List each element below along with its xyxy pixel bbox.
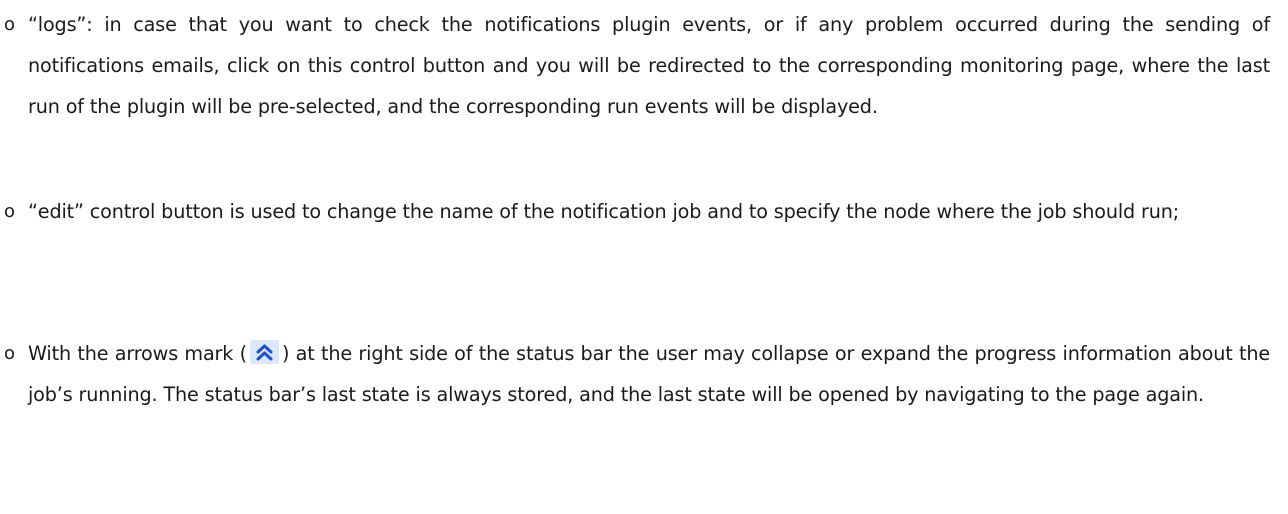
list-item-text: “edit” control button is used to change … <box>28 200 1180 223</box>
text-before-icon: With the arrows mark ( <box>28 342 247 365</box>
list-item-arrows: o With the arrows mark () at the right s… <box>0 333 1270 415</box>
bullet-marker: o <box>4 14 16 35</box>
list-item-edit: o “edit” control button is used to chang… <box>0 191 1270 232</box>
list-item-text: With the arrows mark () at the right sid… <box>28 333 1270 415</box>
double-chevron-up-icon <box>249 340 279 364</box>
bullet-marker: o <box>4 201 16 222</box>
list-item-text: “logs”: in case that you want to check t… <box>28 13 1270 118</box>
document-page: o “logs”: in case that you want to check… <box>0 0 1288 514</box>
list-item-logs: o “logs”: in case that you want to check… <box>0 4 1270 127</box>
bullet-marker: o <box>4 343 16 364</box>
